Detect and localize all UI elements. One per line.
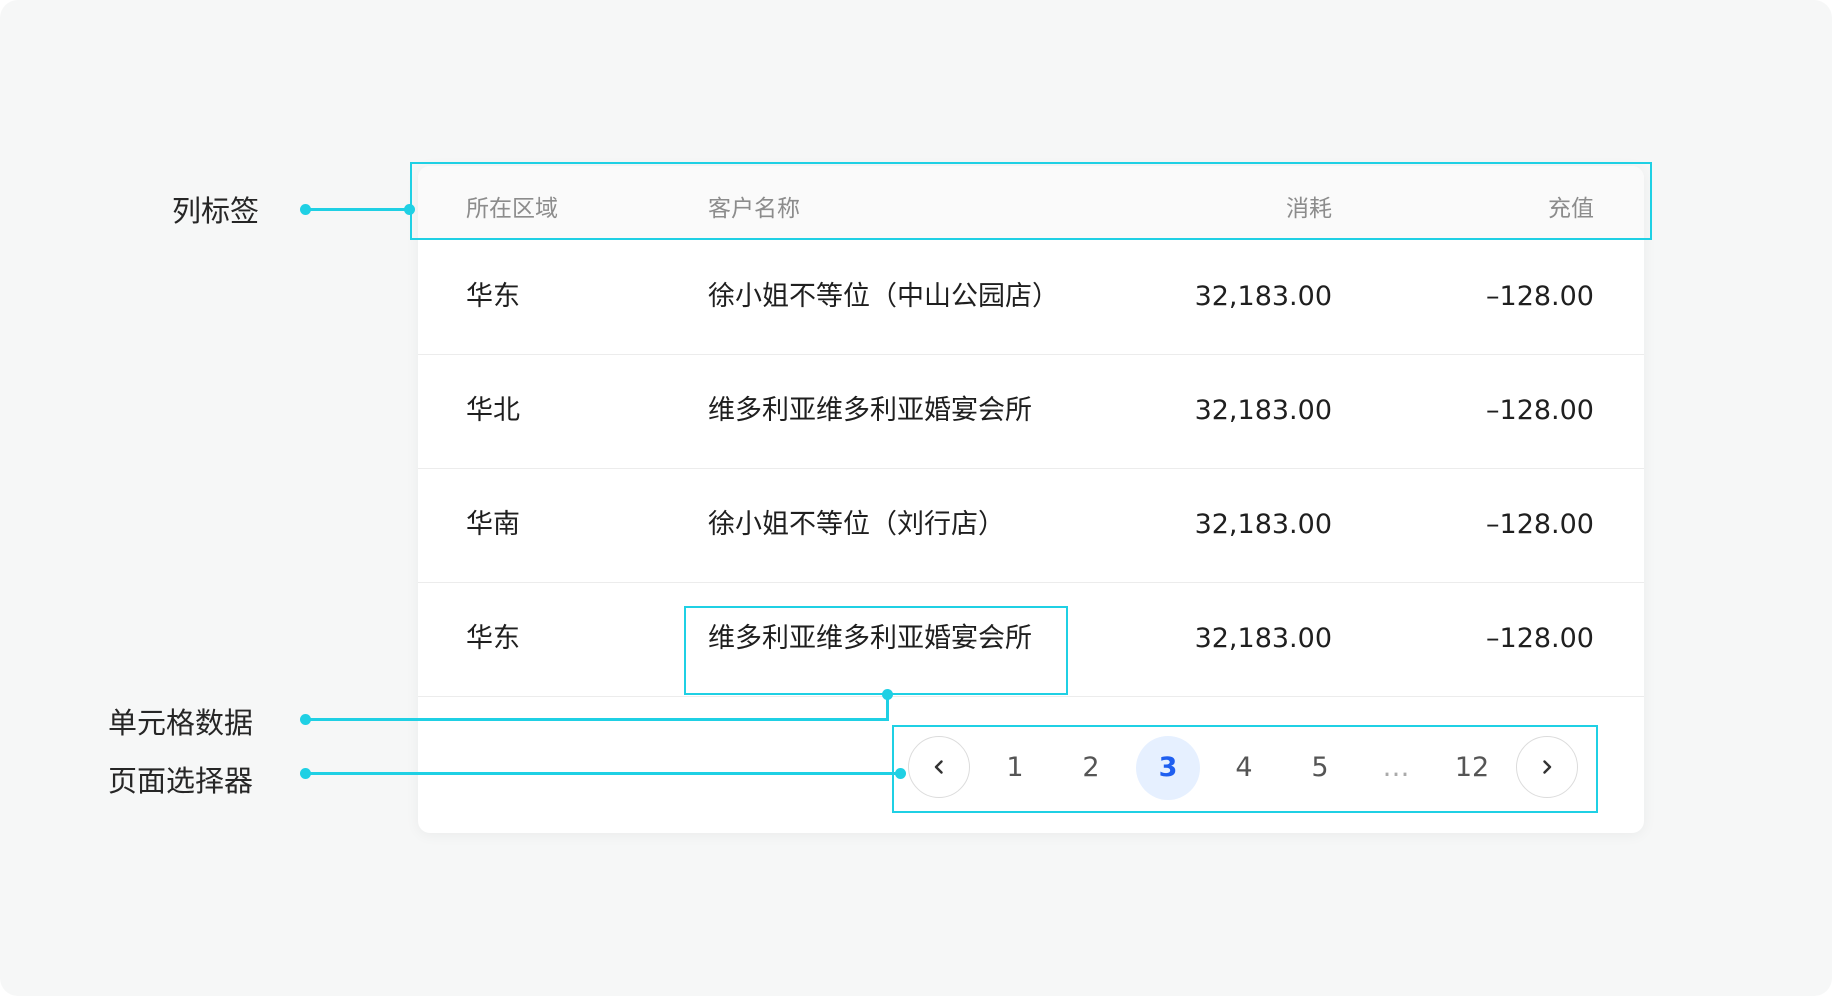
column-label-highlight — [410, 162, 1652, 240]
table-row[interactable]: 华南 徐小姐不等位（刘行店） 32,183.00 –128.00 — [418, 468, 1644, 583]
cell-consumption: 32,183.00 — [1194, 623, 1332, 654]
table-row[interactable]: 华北 维多利亚维多利亚婚宴会所 32,183.00 –128.00 — [418, 354, 1644, 469]
cell-region: 华东 — [466, 281, 520, 312]
cell-region: 华北 — [466, 395, 520, 426]
cell-data-highlight — [684, 606, 1068, 695]
page-selector-connector — [305, 772, 900, 775]
canvas: 所在区域 客户名称 消耗 充值 华东 徐小姐不等位（中山公园店） 32,183.… — [0, 0, 1832, 996]
column-label-connector — [305, 208, 409, 211]
cell-customer-name: 维多利亚维多利亚婚宴会所 — [708, 395, 1032, 426]
connector-dot — [300, 204, 311, 215]
cell-customer-name: 徐小姐不等位（中山公园店） — [708, 281, 1059, 312]
cell-recharge: –128.00 — [1486, 623, 1594, 654]
connector-dot — [882, 689, 893, 700]
cell-consumption: 32,183.00 — [1194, 395, 1332, 426]
cell-recharge: –128.00 — [1486, 395, 1594, 426]
annotation-column-label: 列标签 — [172, 194, 260, 228]
connector-dot — [300, 714, 311, 725]
cell-data-connector — [305, 718, 889, 721]
annotation-page-selector: 页面选择器 — [108, 764, 254, 798]
cell-consumption: 32,183.00 — [1194, 281, 1332, 312]
annotation-cell-data: 单元格数据 — [108, 706, 254, 740]
table-row[interactable]: 华东 徐小姐不等位（中山公园店） 32,183.00 –128.00 — [418, 240, 1644, 355]
cell-region: 华南 — [466, 509, 520, 540]
connector-dot — [895, 768, 906, 779]
connector-dot — [404, 204, 415, 215]
page-selector-highlight — [892, 725, 1598, 813]
cell-customer-name: 徐小姐不等位（刘行店） — [708, 509, 1005, 540]
cell-consumption: 32,183.00 — [1194, 509, 1332, 540]
connector-dot — [300, 768, 311, 779]
cell-recharge: –128.00 — [1486, 509, 1594, 540]
cell-region: 华东 — [466, 623, 520, 654]
cell-recharge: –128.00 — [1486, 281, 1594, 312]
